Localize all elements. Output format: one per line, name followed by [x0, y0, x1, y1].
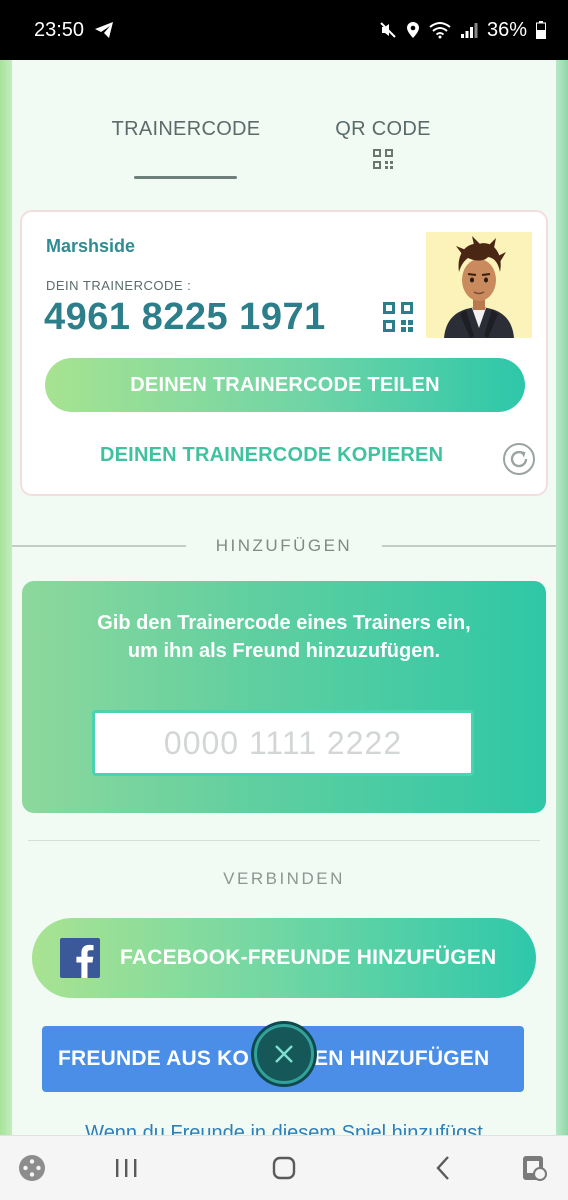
trainer-code-card: Marshside DEIN TRAINERCODE : 4961 8225 1… [20, 210, 548, 496]
screenshot-assistant-icon[interactable] [518, 1152, 550, 1184]
facebook-friends-button[interactable]: FACEBOOK-FREUNDE HINZUFÜGEN [32, 918, 536, 998]
trainercode-input[interactable] [92, 710, 474, 776]
trainer-name: Marshside [46, 236, 136, 256]
divider-right [382, 545, 556, 547]
tab-selected-indicator [134, 176, 237, 179]
close-icon [275, 1045, 293, 1063]
close-button[interactable] [254, 1024, 314, 1084]
info-link[interactable]: Wenn du Freunde in diesem Spiel hinzufüg… [12, 1122, 556, 1135]
recent-apps-icon[interactable] [110, 1152, 142, 1184]
trainer-code-value: 4961 8225 1971 [44, 296, 326, 338]
system-nav-bar [0, 1135, 568, 1200]
share-trainercode-button[interactable]: DEINEN TRAINERCODE TEILEN [45, 358, 525, 412]
signal-icon [460, 23, 478, 38]
mute-icon [380, 22, 396, 38]
trainer-code-label: DEIN TRAINERCODE : [46, 278, 192, 293]
add-friend-card: Gib den Trainercode eines Trainers ein, … [22, 581, 546, 813]
qr-code-icon [373, 149, 393, 169]
status-time: 23:50 [34, 18, 85, 41]
copy-trainercode-button[interactable]: DEINEN TRAINERCODE KOPIEREN [100, 444, 443, 467]
home-icon[interactable] [268, 1152, 300, 1184]
app-screen: TRAINERCODE QR CODE Marshside DEIN TRAIN… [0, 60, 568, 1135]
facebook-friends-label: FACEBOOK-FREUNDE HINZUFÜGEN [120, 946, 497, 969]
tab-trainercode-label: TRAINERCODE [111, 118, 261, 140]
add-contacts-label-start: FREUNDE AUS KO [58, 1047, 250, 1070]
friend-add-panel: TRAINERCODE QR CODE Marshside DEIN TRAIN… [12, 60, 556, 1135]
tab-trainercode[interactable]: TRAINERCODE [108, 118, 264, 141]
telegram-icon [95, 22, 114, 38]
section-connect-heading: VERBINDEN [223, 869, 345, 888]
status-bar: 23:50 36% [0, 0, 568, 60]
add-contacts-label-end: TEN HINZUFÜGEN [301, 1047, 490, 1070]
refresh-icon[interactable] [502, 442, 536, 476]
wifi-icon [429, 22, 451, 39]
tab-bar: TRAINERCODE QR CODE [12, 118, 556, 188]
avatar-image [444, 236, 514, 338]
location-icon [406, 22, 419, 38]
facebook-icon [60, 938, 100, 978]
add-friend-instruction: Gib den Trainercode eines Trainers ein, … [97, 612, 471, 662]
divider [28, 840, 540, 841]
battery-percent: 36% [486, 18, 527, 41]
tab-qr-code[interactable]: QR CODE [332, 118, 434, 169]
back-icon[interactable] [428, 1152, 460, 1184]
battery-icon [536, 21, 546, 39]
trainer-avatar [426, 232, 532, 338]
tab-qr-code-label: QR CODE [335, 118, 431, 140]
qr-code-button-icon[interactable] [383, 302, 413, 332]
game-launcher-icon[interactable] [16, 1152, 48, 1184]
